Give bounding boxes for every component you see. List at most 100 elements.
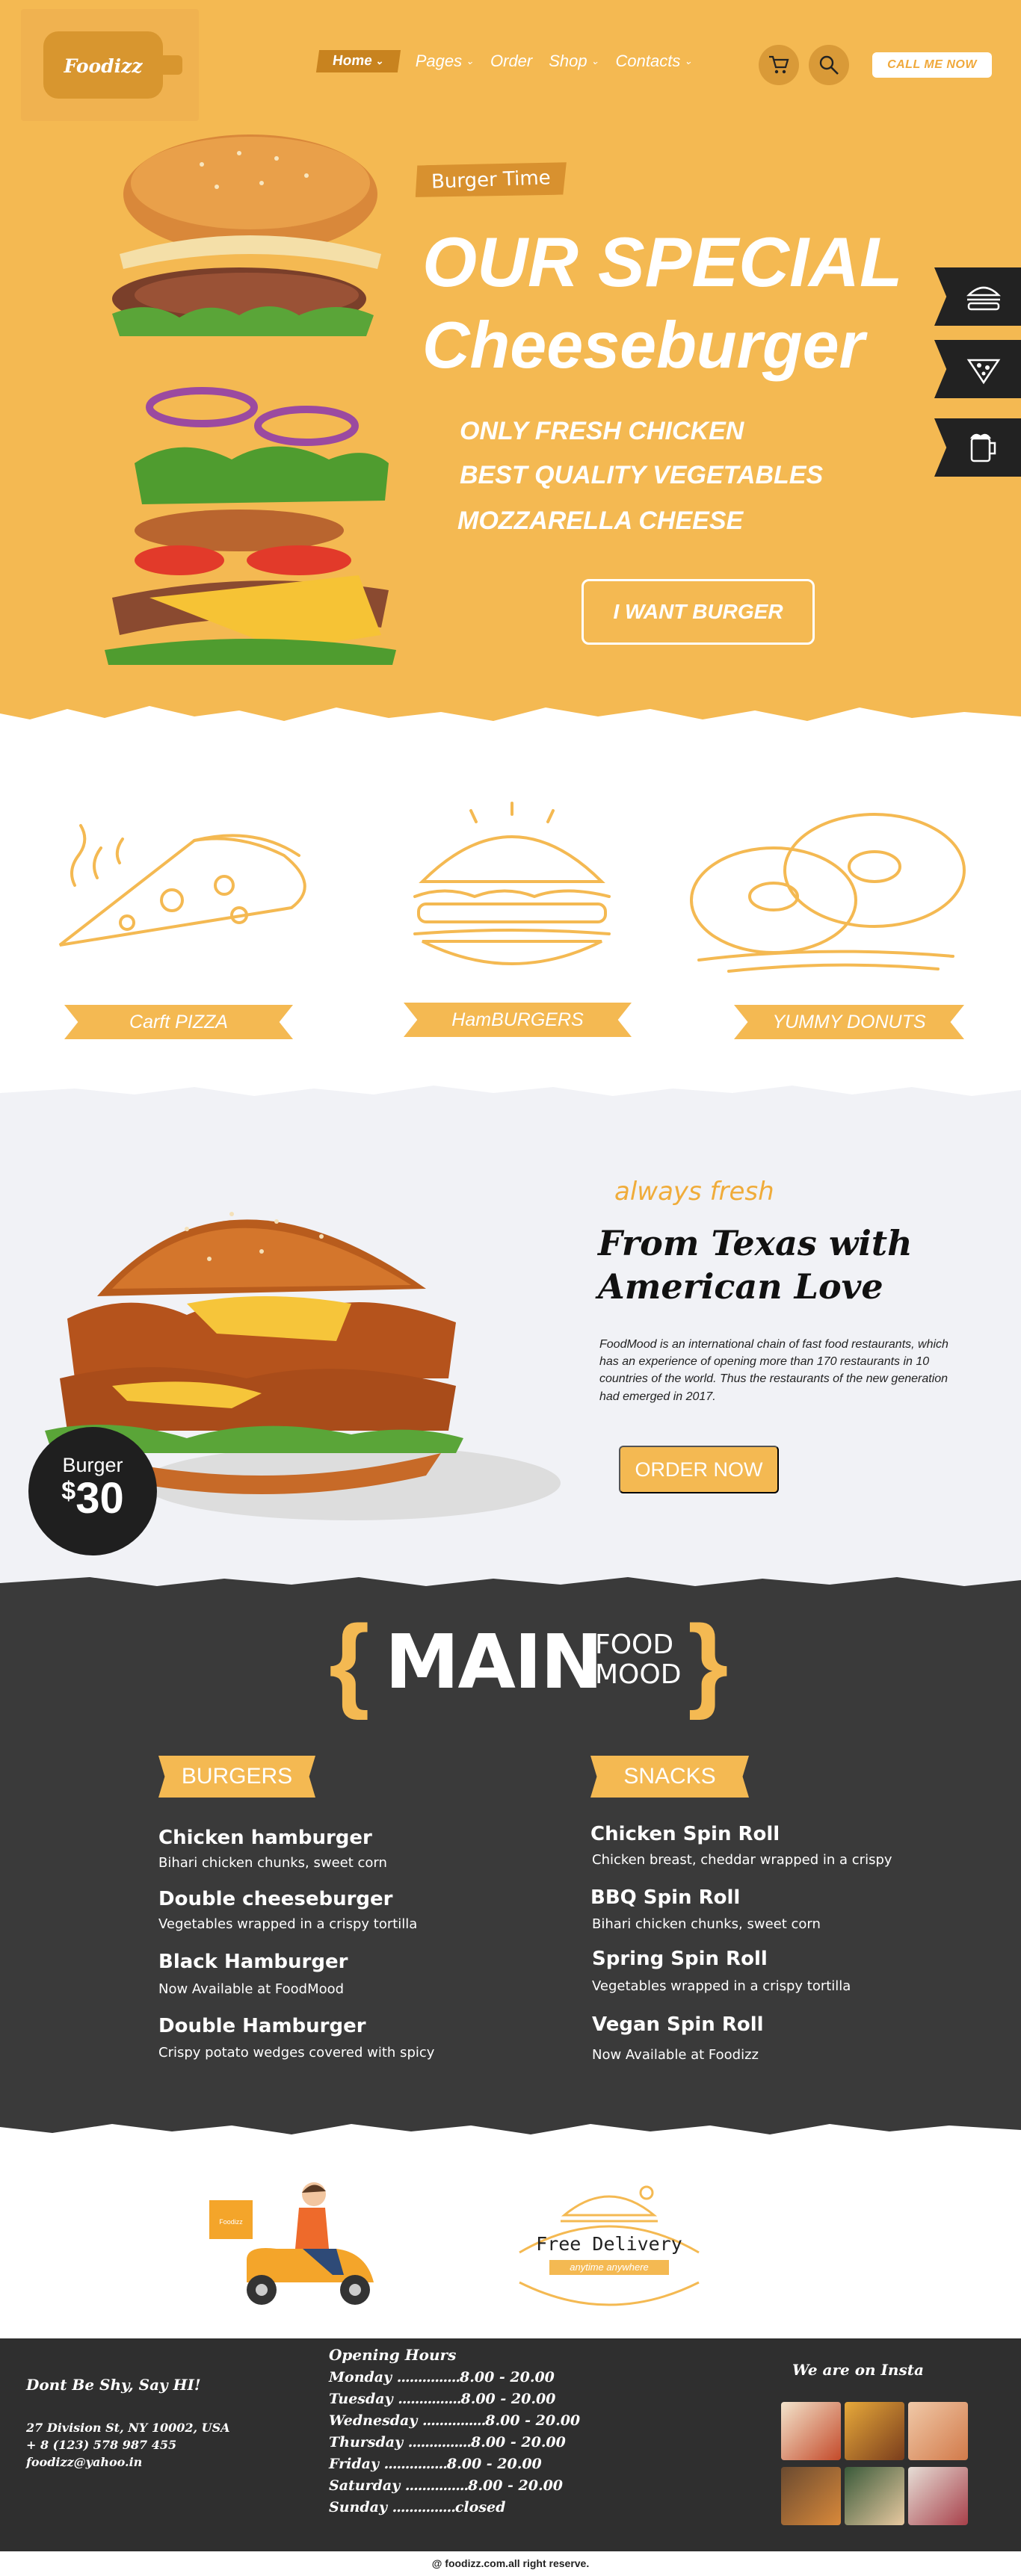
nav-item-pages[interactable]: Pages ⌄ bbox=[416, 52, 474, 71]
burger-time-tag: Burger Time bbox=[414, 160, 567, 199]
menu-heading-food: FOOD bbox=[595, 1629, 674, 1660]
side-tab-beer[interactable] bbox=[934, 418, 1021, 477]
insta-photo[interactable] bbox=[908, 2402, 968, 2460]
menu-item-desc: Vegetables wrapped in a crispy tortilla bbox=[592, 1978, 851, 1994]
pizza-sketch-icon bbox=[58, 824, 306, 947]
category-ribbon-donuts[interactable]: YUMMY DONUTS bbox=[734, 1005, 964, 1039]
menu-item-desc: Bihari chicken chunks, sweet corn bbox=[592, 1916, 821, 1932]
hours-day: Thursday bbox=[329, 2434, 404, 2450]
logo-text: Foodizz bbox=[64, 55, 143, 77]
search-button[interactable] bbox=[809, 45, 849, 85]
footer-phone[interactable]: + 8 (123) 578 987 455 bbox=[26, 2438, 176, 2452]
hours-row: Wednesday ...............8.00 - 20.00 bbox=[329, 2412, 581, 2429]
hours-row: Sunday ...............closed bbox=[329, 2499, 506, 2515]
about-section: always fresh From Texas with American Lo… bbox=[0, 1080, 1021, 1573]
menu-item-name[interactable]: Chicken hamburger bbox=[158, 1827, 372, 1849]
categories-section: Carft PIZZA HamBURGERS YUMMY DONUTS bbox=[0, 736, 1021, 1080]
price-currency: $ bbox=[61, 1477, 76, 1505]
footer-tagline: Dont Be Shy, Say HI! bbox=[26, 2376, 201, 2394]
hours-row: Tuesday ...............8.00 - 20.00 bbox=[329, 2391, 556, 2407]
hours-row: Thursday ...............8.00 - 20.00 bbox=[329, 2434, 566, 2450]
hours-time: 8.00 - 20.00 bbox=[485, 2412, 581, 2429]
hero-feature: ONLY FRESH CHICKEN bbox=[460, 417, 744, 445]
hours-row: Monday ...............8.00 - 20.00 bbox=[329, 2369, 555, 2385]
chevron-down-icon: ⌄ bbox=[374, 55, 385, 66]
torn-paper-edge bbox=[0, 1573, 1021, 1586]
side-tab-pizza[interactable] bbox=[934, 340, 1021, 398]
footer-email[interactable]: foodizz@yahoo.in bbox=[26, 2455, 142, 2469]
donuts-sketch-icon bbox=[690, 813, 966, 973]
menu-item-desc: Bihari chicken chunks, sweet corn bbox=[158, 1855, 387, 1871]
menu-item-name[interactable]: Spring Spin Roll bbox=[592, 1948, 768, 1970]
about-title: From Texas with American Love bbox=[598, 1223, 913, 1307]
left-brace-icon: { bbox=[329, 1603, 370, 1721]
want-burger-button[interactable]: I WANT BURGER bbox=[582, 579, 815, 645]
menu-item-name[interactable]: Double Hamburger bbox=[158, 2015, 366, 2037]
menu-heading-main: MAIN bbox=[385, 1618, 603, 1706]
cart-button[interactable] bbox=[759, 45, 799, 85]
menu-item-name[interactable]: Black Hamburger bbox=[158, 1951, 348, 1973]
hero-feature: BEST QUALITY VEGETABLES bbox=[460, 461, 824, 489]
order-now-button[interactable]: ORDER NOW bbox=[619, 1446, 779, 1493]
nav-item-home[interactable]: Home ⌄ bbox=[315, 50, 401, 72]
category-ribbon-burgers[interactable]: HamBURGERS bbox=[404, 1003, 632, 1037]
snacks-category-label: SNACKS bbox=[590, 1756, 749, 1798]
nav-item-contacts[interactable]: Contacts ⌄ bbox=[616, 52, 693, 71]
menu-item-name[interactable]: Chicken Spin Roll bbox=[590, 1823, 780, 1845]
search-icon bbox=[819, 55, 839, 75]
insta-photo[interactable] bbox=[845, 2467, 904, 2525]
menu-item-name[interactable]: Double cheeseburger bbox=[158, 1888, 392, 1910]
menu-heading-mood: MOOD bbox=[595, 1659, 682, 1690]
logo[interactable]: Foodizz bbox=[21, 9, 199, 121]
hours-row: Friday ...............8.00 - 20.00 bbox=[329, 2456, 542, 2472]
price-badge: Burger $30 bbox=[28, 1427, 157, 1555]
nav-item-label: Home bbox=[331, 53, 374, 69]
insta-photo[interactable] bbox=[845, 2402, 904, 2460]
hours-time: 8.00 - 20.00 bbox=[460, 2391, 556, 2407]
hero-section: Foodizz Home ⌄ Pages ⌄ Order Shop ⌄ Contact… bbox=[0, 0, 1021, 736]
hours-time: 8.00 - 20.00 bbox=[468, 2477, 564, 2494]
call-me-button[interactable]: CALL ME NOW bbox=[872, 52, 992, 78]
footer-section: Dont Be Shy, Say HI! 27 Division St, NY … bbox=[0, 2338, 1021, 2551]
hours-day: Tuesday bbox=[329, 2391, 393, 2407]
nav-item-order[interactable]: Order bbox=[490, 52, 532, 71]
hours-row: Saturday ...............8.00 - 20.00 bbox=[329, 2477, 564, 2494]
stacked-burger-image bbox=[105, 134, 396, 665]
insta-title: We are on Insta bbox=[792, 2361, 924, 2379]
hours-day: Saturday bbox=[329, 2477, 401, 2494]
hours-time: 8.00 - 20.00 bbox=[470, 2434, 566, 2450]
right-brace-icon: } bbox=[688, 1603, 729, 1721]
nav-item-shop[interactable]: Shop ⌄ bbox=[549, 52, 599, 71]
menu-section: { } MAIN FOOD MOOD BURGERS SNACKS Chicke… bbox=[0, 1573, 1021, 2140]
nav-item-label: Shop bbox=[549, 52, 587, 70]
delivery-box-label: Foodizz bbox=[219, 2218, 243, 2226]
torn-paper-edge bbox=[0, 1080, 1021, 1096]
insta-photo[interactable] bbox=[908, 2467, 968, 2525]
hours-day: Wednesday bbox=[329, 2412, 418, 2429]
menu-item-desc: Now Available at FoodMood bbox=[158, 1981, 345, 1997]
nav-item-label: Pages bbox=[415, 52, 463, 70]
side-tab-burger[interactable] bbox=[934, 267, 1021, 326]
opening-hours-title: Opening Hours bbox=[329, 2346, 457, 2364]
insta-photo[interactable] bbox=[781, 2467, 841, 2525]
hero-feature: MOZZARELLA CHEESE bbox=[457, 507, 744, 535]
cart-icon bbox=[769, 55, 789, 74]
pizza-icon bbox=[966, 359, 1001, 385]
copyright: @ foodizz.com.all right reserve. bbox=[0, 2551, 1021, 2576]
menu-heading-sub: FOOD MOOD bbox=[595, 1630, 681, 1689]
hours-time: 8.00 - 20.00 bbox=[446, 2456, 542, 2472]
chevron-down-icon: ⌄ bbox=[684, 55, 693, 66]
insta-photo[interactable] bbox=[781, 2402, 841, 2460]
menu-item-desc: Chicken breast, cheddar wrapped in a cri… bbox=[592, 1852, 892, 1868]
nav-item-label: Order bbox=[490, 52, 533, 70]
menu-item-name[interactable]: BBQ Spin Roll bbox=[590, 1886, 740, 1909]
category-ribbon-pizza[interactable]: Carft PIZZA bbox=[64, 1005, 293, 1039]
burger-sketch-icon bbox=[413, 802, 611, 965]
beer-icon bbox=[970, 433, 996, 462]
menu-item-name[interactable]: Vegan Spin Roll bbox=[592, 2013, 764, 2036]
burgers-category-label: BURGERS bbox=[158, 1756, 315, 1798]
main-nav: Home ⌄ Pages ⌄ Order Shop ⌄ Contacts ⌄ bbox=[315, 46, 709, 76]
free-delivery-title: Free Delivery bbox=[536, 2233, 682, 2255]
chevron-down-icon: ⌄ bbox=[466, 55, 474, 66]
hero-title-line2: Cheeseburger bbox=[422, 308, 865, 382]
